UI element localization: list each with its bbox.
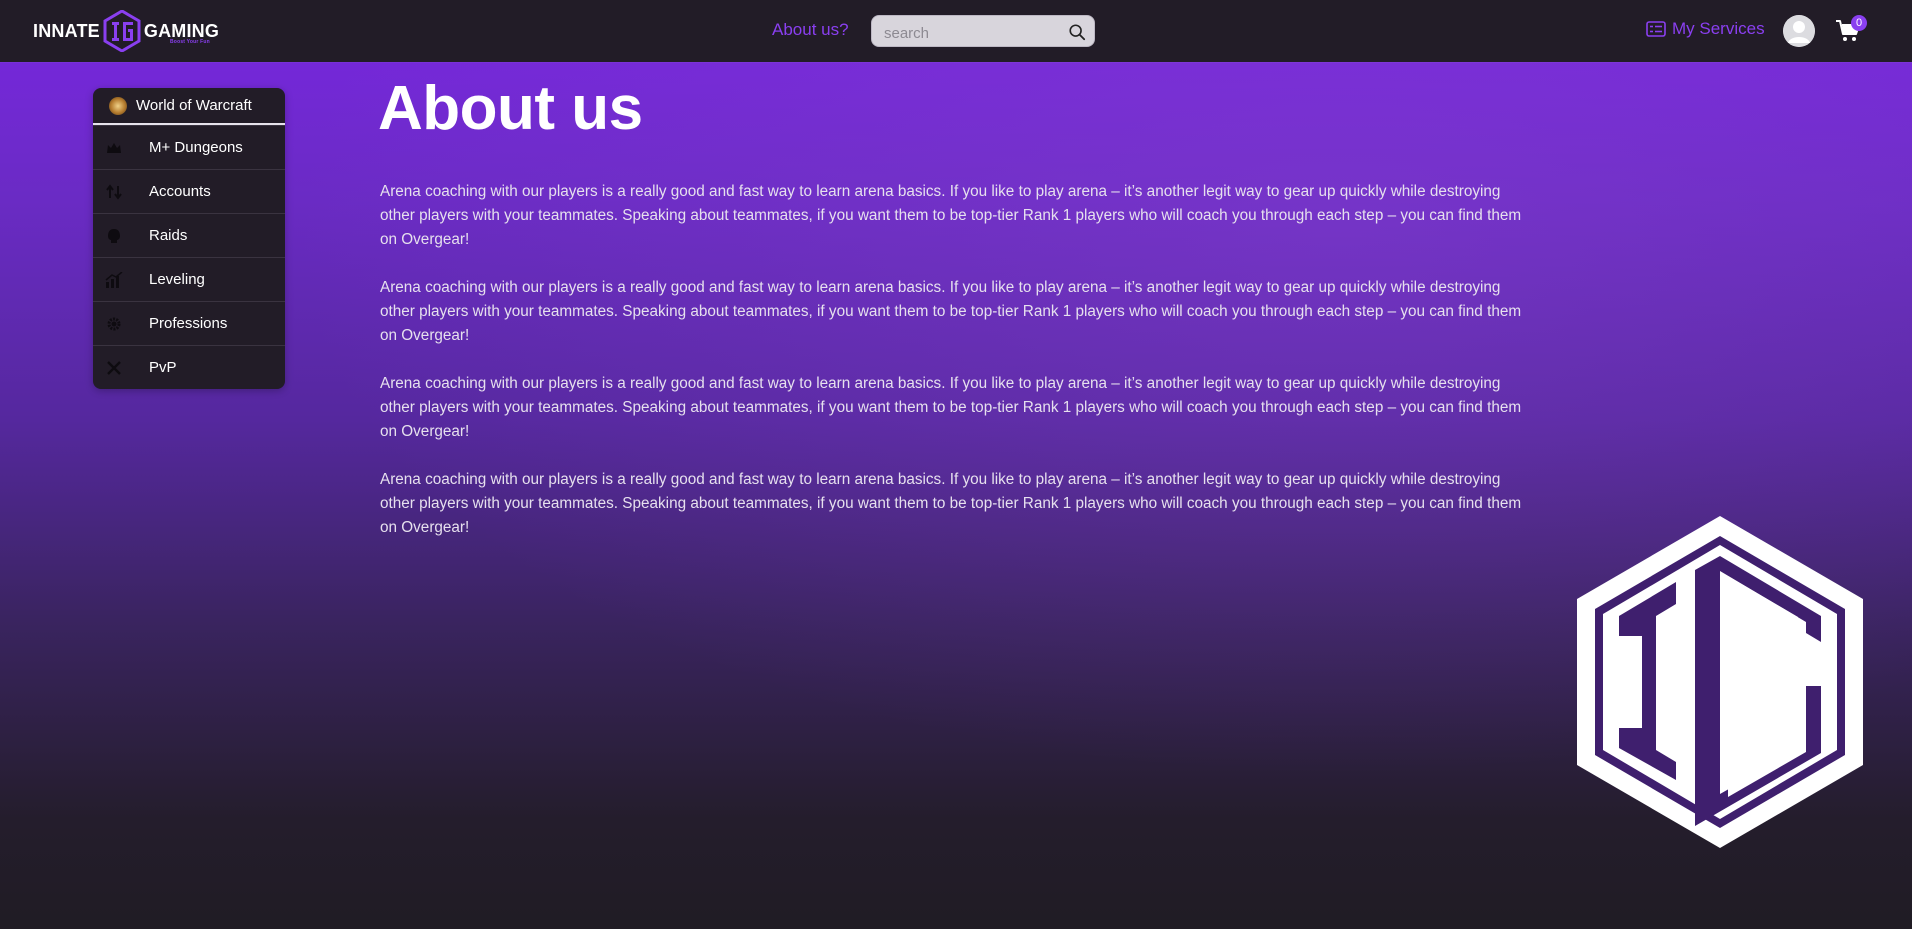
hexagon-logo-icon	[103, 10, 141, 52]
sidebar-item-m-plus-dungeons[interactable]: M+ Dungeons	[93, 125, 285, 169]
ig-hexagon-emblem-icon	[1577, 516, 1863, 848]
sidebar-item-raids[interactable]: Raids	[93, 213, 285, 257]
logo-text-left: INNATE	[33, 20, 100, 41]
crown-icon	[105, 139, 123, 157]
sidebar-item-label: Accounts	[149, 183, 211, 200]
sidebar-item-label: M+ Dungeons	[149, 139, 243, 156]
page-title: About us	[378, 74, 643, 143]
services-list-icon	[1646, 21, 1666, 37]
about-paragraph: Arena coaching with our players is a rea…	[380, 279, 1522, 344]
about-paragraph: Arena coaching with our players is a rea…	[380, 183, 1522, 248]
crossed-swords-icon	[105, 359, 123, 377]
chart-icon	[105, 271, 123, 289]
sidebar-item-professions[interactable]: Professions	[93, 301, 285, 345]
about-paragraph: Arena coaching with our players is a rea…	[380, 471, 1522, 536]
page: INNATE GAMING Boost Your Fun About us? s…	[0, 0, 1912, 929]
sidebar-item-leveling[interactable]: Leveling	[93, 257, 285, 301]
about-content: Arena coaching with our players is a rea…	[380, 180, 1530, 564]
site-logo[interactable]: INNATE GAMING Boost Your Fun	[33, 10, 219, 52]
search-icon[interactable]	[1068, 23, 1086, 41]
sidebar-item-label: Professions	[149, 315, 228, 332]
sidebar-item-accounts[interactable]: Accounts	[93, 169, 285, 213]
wow-logo-icon	[109, 96, 127, 115]
skull-icon	[105, 227, 123, 245]
search-box	[871, 15, 1095, 47]
game-sidebar: World of Warcraft M+ Dungeons Accounts R…	[93, 88, 285, 389]
sidebar-game-header[interactable]: World of Warcraft	[93, 88, 285, 125]
nav-about-link[interactable]: About us?	[772, 20, 849, 40]
my-services-label: My Services	[1672, 19, 1765, 38]
search-input[interactable]	[882, 22, 1066, 44]
about-paragraph: Arena coaching with our players is a rea…	[380, 375, 1522, 440]
sidebar-item-label: Leveling	[149, 271, 205, 288]
logo-tagline: Boost Your Fun	[170, 39, 210, 45]
user-avatar[interactable]	[1783, 15, 1815, 47]
cart-count-badge: 0	[1851, 15, 1867, 31]
sidebar-item-pvp[interactable]: PvP	[93, 345, 285, 389]
user-icon	[1783, 15, 1815, 47]
top-navbar: INNATE GAMING Boost Your Fun About us? s…	[0, 0, 1912, 62]
my-services-button[interactable]: My Services	[1646, 19, 1765, 39]
sidebar-item-label: Raids	[149, 227, 188, 244]
swap-icon	[105, 183, 123, 201]
sidebar-game-title: World of Warcraft	[136, 97, 252, 114]
gear-icon	[105, 315, 123, 333]
sidebar-item-label: PvP	[149, 359, 177, 376]
